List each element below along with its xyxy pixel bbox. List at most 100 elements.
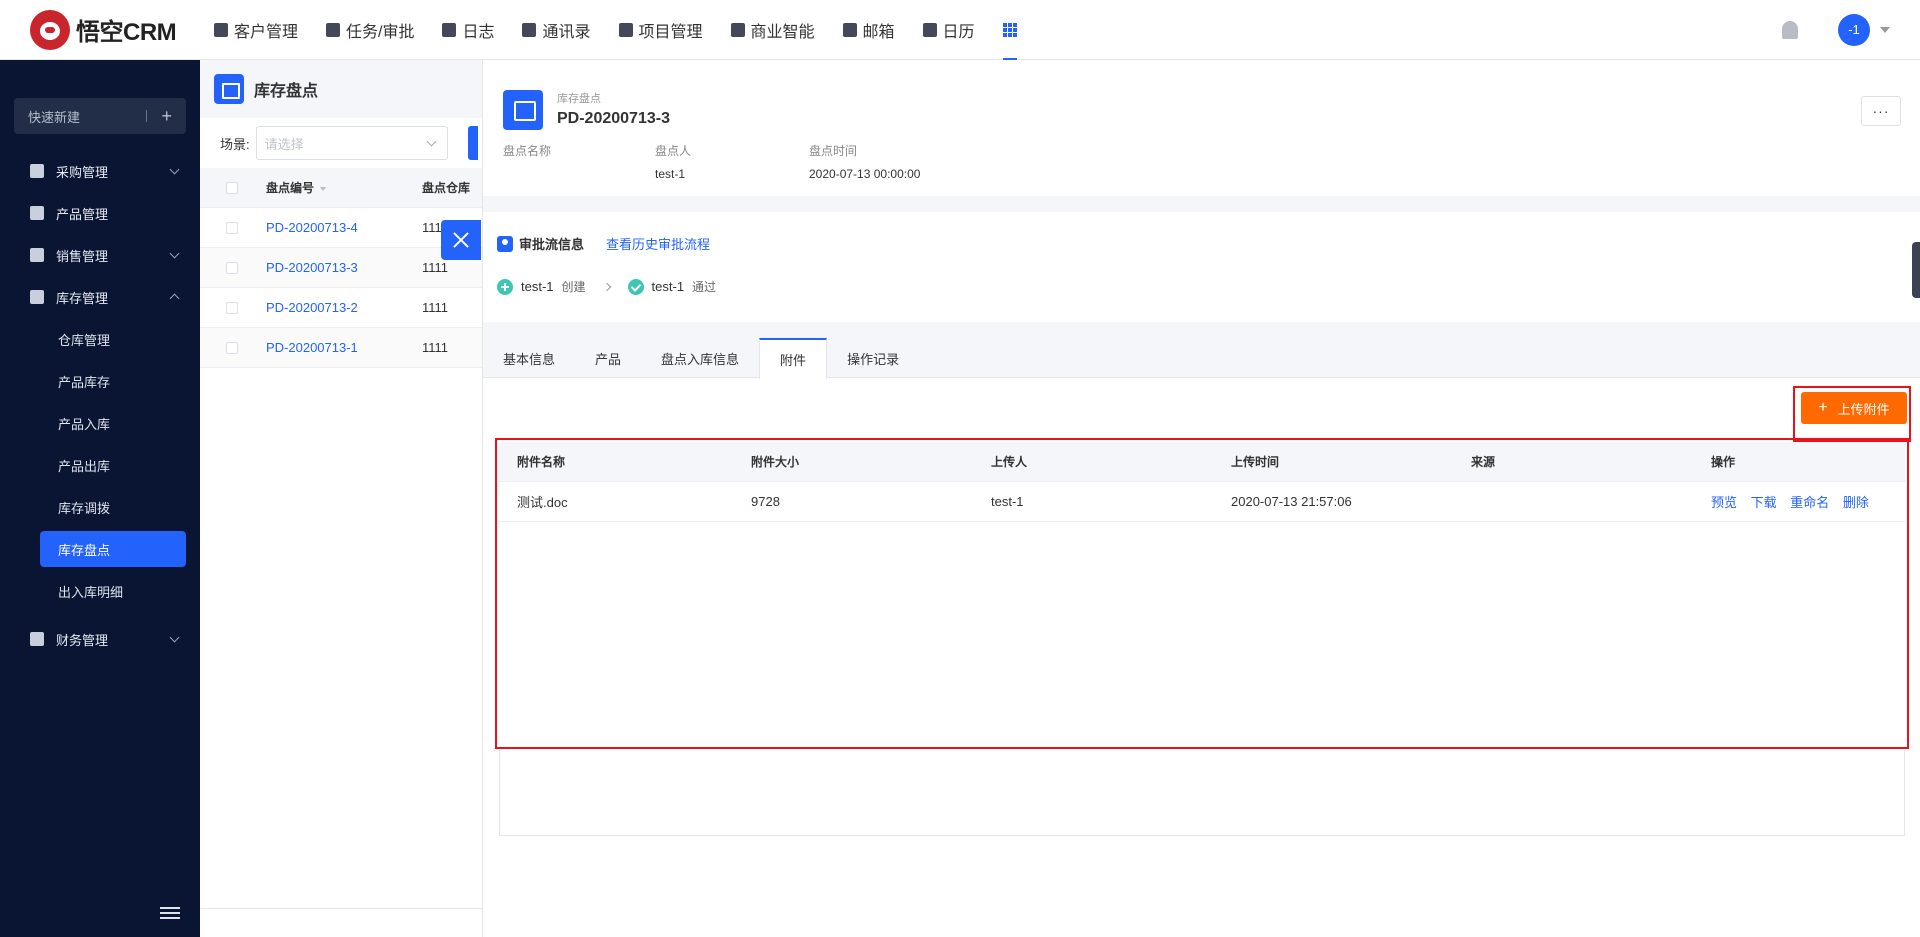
check-icon <box>627 278 644 295</box>
history-approval-link[interactable]: 查看历史审批流程 <box>606 234 710 253</box>
select-all-checkbox[interactable] <box>226 181 238 194</box>
sidebar-menu: 采购管理 产品管理 销售管理 库存管理 仓库管理 产品库存 产品入库 产品出库 … <box>0 150 200 660</box>
detail-panel: 库存盘点 PD-20200713-3 ··· 盘点名称 盘点人 test-1 盘点… <box>482 60 1920 937</box>
scene-filter: 场景: 请选择 <box>200 118 482 168</box>
building-icon <box>214 22 228 37</box>
sort-icon[interactable] <box>320 186 327 191</box>
nav-log[interactable]: 日志 <box>428 0 508 60</box>
logo-text: 悟空CRM <box>76 19 177 46</box>
top-navigation: 悟空CRM 客户管理 任务/审批 日志 通讯录 项目管理 商业智能 邮箱 日历 … <box>0 0 1920 60</box>
user-menu-caret-icon[interactable] <box>1880 26 1890 33</box>
tag-icon <box>30 248 44 262</box>
project-icon <box>618 22 633 37</box>
nav-task-approval[interactable]: 任务/审批 <box>312 0 428 60</box>
tab-stock-in-info[interactable]: 盘点入库信息 <box>641 338 759 378</box>
nav-right: -1 <box>1782 13 1920 46</box>
close-icon <box>452 231 470 249</box>
more-button[interactable]: ··· <box>1861 96 1901 126</box>
app-grid-icon <box>1002 22 1017 37</box>
app-logo[interactable]: 悟空CRM <box>0 9 200 50</box>
highlight-upload-box <box>1793 386 1911 442</box>
chevron-down-icon <box>169 164 180 175</box>
attachment-area <box>499 750 1905 836</box>
archive-icon <box>503 90 543 130</box>
sidebar-item-purchase[interactable]: 采购管理 <box>0 150 200 192</box>
chevron-down-icon <box>169 248 180 259</box>
scene-select[interactable]: 请选择 <box>255 126 448 160</box>
new-button[interactable] <box>467 126 478 160</box>
tab-products[interactable]: 产品 <box>575 338 641 378</box>
sidebar-item-inventory[interactable]: 库存管理 <box>0 276 200 318</box>
phone-book-icon <box>522 22 537 37</box>
sidebar-sub-stock-out[interactable]: 产品出库 <box>0 444 200 486</box>
cube-icon <box>30 206 44 220</box>
row-checkbox[interactable] <box>226 221 238 234</box>
sidebar-sub-stock-in[interactable]: 产品入库 <box>0 402 200 444</box>
meta-stocktaking-name: 盘点名称 <box>503 144 552 158</box>
quick-new-button[interactable]: 快速新建 + <box>14 98 186 134</box>
highlight-table-box <box>495 438 1909 749</box>
plus-icon[interactable]: + <box>161 106 172 127</box>
sidebar-sub-transfer[interactable]: 库存调拨 <box>0 486 200 528</box>
cart-icon <box>30 164 44 178</box>
chevron-right-icon <box>602 282 611 291</box>
row-checkbox[interactable] <box>226 301 238 314</box>
nav-items: 客户管理 任务/审批 日志 通讯录 项目管理 商业智能 邮箱 日历 <box>200 0 1031 60</box>
user-avatar[interactable]: -1 <box>1838 13 1870 46</box>
nav-bi[interactable]: 商业智能 <box>717 0 829 60</box>
sidebar-sub-stocktaking[interactable]: 库存盘点 <box>40 531 186 567</box>
sidebar-sub-product-stock[interactable]: 产品库存 <box>0 360 200 402</box>
tab-basic-info[interactable]: 基本信息 <box>483 338 575 378</box>
sidebar-item-sales[interactable]: 销售管理 <box>0 234 200 276</box>
list-footer-divider <box>200 908 482 909</box>
tab-attachments[interactable]: 附件 <box>759 338 828 379</box>
table-row[interactable]: PD-20200713-4 1111 <box>200 208 482 248</box>
divider <box>146 110 148 122</box>
nav-calendar[interactable]: 日历 <box>909 0 989 60</box>
bell-icon[interactable] <box>1782 20 1798 39</box>
sidebar-item-finance[interactable]: 财务管理 <box>0 618 200 660</box>
wallet-icon <box>30 632 44 646</box>
nav-apps[interactable] <box>989 0 1031 60</box>
table-row[interactable]: PD-20200713-1 1111 <box>200 328 482 368</box>
tabs-card: 基本信息 产品 盘点入库信息 附件 操作记录 + 上传附件 附件名称 附件大小 上… <box>483 338 1920 937</box>
user-icon <box>497 235 513 252</box>
archive-icon <box>30 290 44 304</box>
create-icon <box>497 278 513 295</box>
row-checkbox[interactable] <box>226 261 238 274</box>
chevron-up-icon <box>169 293 180 304</box>
detail-header: 库存盘点 PD-20200713-3 ··· 盘点名称 盘点人 test-1 盘点… <box>483 60 1920 196</box>
monkey-logo-icon <box>30 9 70 50</box>
table-row[interactable]: PD-20200713-3 1111 <box>200 248 482 288</box>
meta-stocktaker: 盘点人 test-1 <box>655 144 692 181</box>
nav-customer[interactable]: 客户管理 <box>200 0 312 60</box>
table-row[interactable]: PD-20200713-2 1111 <box>200 288 482 328</box>
scrollbar-handle[interactable] <box>1912 242 1920 298</box>
page-title: 库存盘点 <box>254 83 319 100</box>
stocktaking-table: 盘点编号 盘点仓库 PD-20200713-4 1111 PD-20200713-… <box>200 168 482 368</box>
detail-title: PD-20200713-3 <box>557 110 670 127</box>
chevron-down-icon <box>169 632 180 643</box>
collapse-sidebar-icon[interactable] <box>160 907 180 921</box>
close-detail-button[interactable] <box>441 220 481 260</box>
list-header: 库存盘点 <box>200 60 482 118</box>
table-header: 盘点编号 盘点仓库 <box>200 168 482 208</box>
approval-flow-card: 审批流信息 查看历史审批流程 test-1 创建 test-1 通过 <box>483 212 1920 322</box>
approval-steps: test-1 创建 test-1 通过 <box>497 278 716 295</box>
calendar-icon <box>922 22 937 37</box>
list-pane: 库存盘点 场景: 请选择 盘点编号 盘点仓库 PD-20200713-4 1111… <box>200 60 482 937</box>
approval-header: 审批流信息 查看历史审批流程 <box>497 234 710 253</box>
detail-tabs: 基本信息 产品 盘点入库信息 附件 操作记录 <box>483 338 1920 379</box>
meta-stocktaking-time: 盘点时间 2020-07-13 00:00:00 <box>809 144 921 181</box>
row-checkbox[interactable] <box>226 341 238 354</box>
sidebar-sub-in-out-detail[interactable]: 出入库明细 <box>0 570 200 612</box>
nav-project[interactable]: 项目管理 <box>605 0 717 60</box>
sidebar-item-product[interactable]: 产品管理 <box>0 192 200 234</box>
detail-type-label: 库存盘点 <box>557 93 601 105</box>
nav-contacts[interactable]: 通讯录 <box>508 0 604 60</box>
sidebar: 快速新建 + 采购管理 产品管理 销售管理 库存管理 仓库管理 产品库存 产品入… <box>0 60 200 937</box>
nav-mail[interactable]: 邮箱 <box>829 0 909 60</box>
chart-shield-icon <box>730 22 745 37</box>
sidebar-sub-warehouse[interactable]: 仓库管理 <box>0 318 200 360</box>
tab-operation-log[interactable]: 操作记录 <box>827 338 919 378</box>
